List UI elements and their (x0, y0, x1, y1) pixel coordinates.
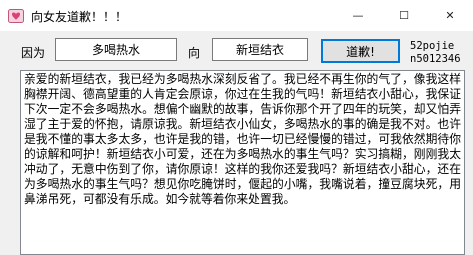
title-bar[interactable]: 向女友道歉！！！ — ☐ ✕ (0, 0, 473, 31)
minimize-icon: — (352, 9, 364, 22)
because-label: 因为 (21, 46, 46, 60)
girlfriend-name-value: 新垣结衣 (235, 43, 284, 57)
to-label: 向 (188, 46, 201, 60)
girlfriend-name-input[interactable]: 新垣结衣 (212, 38, 308, 61)
maximize-button[interactable]: ☐ (381, 0, 427, 31)
apology-text: 亲爱的新垣结衣，我已经为多喝热水深刻反省了。我已经不再生你的气了，像我这样胸襟开… (24, 72, 461, 206)
app-icon (8, 9, 24, 23)
window-title: 向女友道歉！！！ (31, 10, 128, 24)
close-icon: ✕ (445, 9, 455, 22)
maximize-icon: ☐ (399, 9, 409, 22)
credit-text: 52pojie n5012346 (410, 40, 461, 66)
apologize-button-label: 道歉! (346, 44, 375, 59)
minimize-button[interactable]: — (335, 0, 381, 31)
close-button[interactable]: ✕ (427, 0, 473, 31)
credit-line-1: 52pojie (410, 40, 455, 52)
apology-text-area[interactable]: 亲爱的新垣结衣，我已经为多喝热水深刻反省了。我已经不再生你的气了，像我这样胸襟开… (20, 70, 465, 255)
apologize-button[interactable]: 道歉! (321, 39, 400, 63)
reason-input[interactable]: 多喝热水 (55, 38, 177, 61)
reason-input-value: 多喝热水 (91, 43, 140, 57)
credit-line-2: n5012346 (410, 53, 461, 65)
